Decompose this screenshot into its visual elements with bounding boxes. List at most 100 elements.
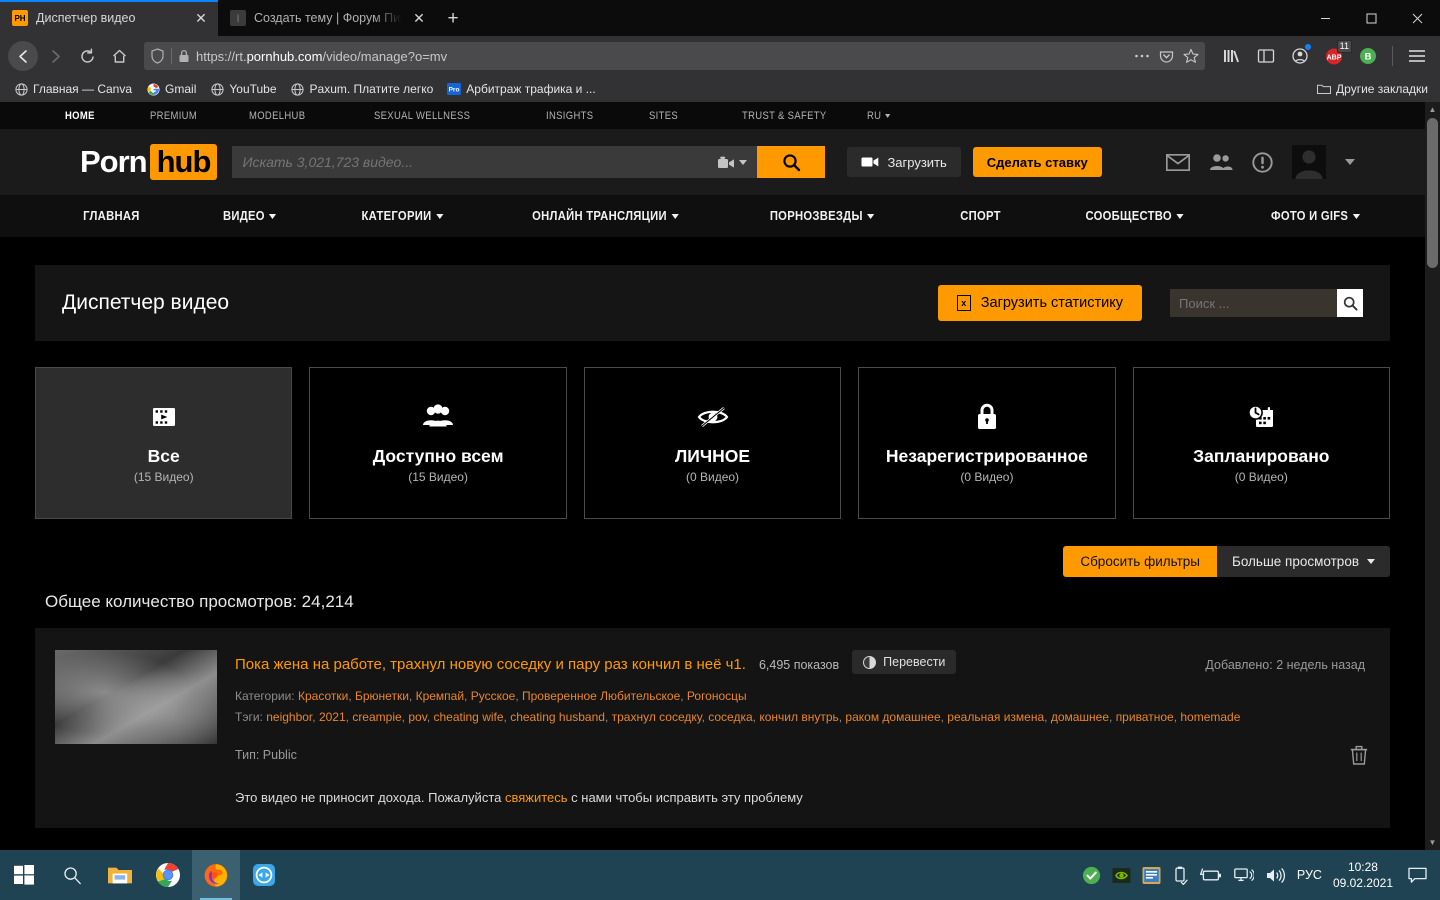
reset-filters-button[interactable]: Сбросить фильтры <box>1063 546 1217 577</box>
tag-link[interactable]: creampie <box>352 710 401 724</box>
chevron-down-icon[interactable] <box>1345 159 1355 165</box>
bookmark-star-icon[interactable] <box>1183 48 1199 64</box>
filter-card-private[interactable]: ЛИЧНОЕ (0 Видео) <box>583 367 842 519</box>
bookmark-youtube[interactable]: YouTube <box>204 80 282 98</box>
teamviewer-icon[interactable] <box>240 850 288 900</box>
bookmark-gmail[interactable]: Gmail <box>140 80 202 98</box>
mail-icon[interactable] <box>1166 153 1190 171</box>
library-icon[interactable] <box>1217 41 1247 71</box>
site-search-button[interactable] <box>757 146 826 178</box>
category-link[interactable]: Проверенное Любительское <box>522 689 680 703</box>
minimize-button[interactable] <box>1302 0 1348 36</box>
browser-tab-1[interactable]: PH Диспетчер видео ✕ <box>0 0 218 36</box>
pocket-icon[interactable] <box>1159 49 1174 64</box>
page-scrollbar[interactable]: ▲ ▼ <box>1425 102 1440 850</box>
back-button[interactable] <box>8 41 38 71</box>
download-stats-button[interactable]: x Загрузить статистику <box>937 285 1142 321</box>
clock[interactable]: 10:28 09.02.2021 <box>1333 859 1393 891</box>
bookmark-paxum[interactable]: Paxum. Платите легко <box>285 80 440 98</box>
tag-link[interactable]: neighbor <box>266 710 312 724</box>
category-link[interactable]: Рогоносцы <box>687 689 747 703</box>
tag-link[interactable]: приватное <box>1116 710 1174 724</box>
scroll-up-arrow[interactable]: ▲ <box>1425 102 1440 117</box>
category-link[interactable]: Брюнетки <box>355 689 409 703</box>
bookmark-canva[interactable]: Главная — Canva <box>8 80 138 98</box>
windows-icon[interactable] <box>0 850 48 900</box>
close-button[interactable] <box>1394 0 1440 36</box>
manager-search-input[interactable] <box>1170 289 1337 317</box>
tag-link[interactable]: 2021 <box>319 710 346 724</box>
lock-icon[interactable] <box>178 49 190 63</box>
forward-button[interactable] <box>40 41 70 71</box>
nav-item-video[interactable]: ВИДЕО <box>223 209 277 223</box>
friends-icon[interactable] <box>1209 153 1233 171</box>
site-search-input[interactable] <box>242 154 718 170</box>
category-link[interactable]: Русское <box>471 689 516 703</box>
tag-link[interactable]: домашнее <box>1051 710 1109 724</box>
tag-link[interactable]: соседка <box>708 710 752 724</box>
new-tab-button[interactable]: + <box>436 2 470 36</box>
nav-item-live[interactable]: ОНЛАЙН ТРАНСЛЯЦИИ <box>533 209 679 223</box>
language-indicator[interactable]: РУС <box>1297 868 1322 882</box>
tag-link[interactable]: реальная измена <box>947 710 1044 724</box>
tag-link[interactable]: раком домашнее <box>845 710 940 724</box>
shield-check-icon[interactable] <box>1082 866 1101 885</box>
translate-button[interactable]: Перевести <box>852 650 957 674</box>
taskbar-search-icon[interactable] <box>48 850 96 900</box>
video-thumbnail[interactable] <box>55 650 217 744</box>
sidebar-icon[interactable] <box>1251 41 1281 71</box>
topbar-link-insights[interactable]: INSIGHTS <box>546 110 635 122</box>
sort-dropdown[interactable]: Больше просмотров <box>1216 546 1390 577</box>
scroll-down-arrow[interactable]: ▼ <box>1425 835 1440 850</box>
tracking-shield-icon[interactable] <box>150 48 165 64</box>
browser-tab-2[interactable]: ᛁ Создать тему | Форум Пиратск ✕ <box>218 0 436 36</box>
usb-icon[interactable] <box>1172 866 1189 885</box>
url-text[interactable]: https://rt.pornhub.com/video/manage?o=mv <box>196 49 1128 64</box>
url-bar[interactable]: https://rt.pornhub.com/video/manage?o=mv <box>144 42 1205 70</box>
topbar-link-home[interactable]: HOME <box>65 110 138 122</box>
nav-item-community[interactable]: СООБЩЕСТВО <box>1085 209 1184 223</box>
site-logo[interactable]: Porn hub <box>80 144 218 180</box>
other-bookmarks-button[interactable]: Другие закладки <box>1311 80 1432 98</box>
nvidia-icon[interactable] <box>1112 866 1131 885</box>
trash-icon[interactable] <box>1350 745 1368 765</box>
search-filter-camera-icon[interactable] <box>717 155 748 170</box>
topbar-link-sites[interactable]: SITES <box>649 110 729 122</box>
topbar-link-trust-safety[interactable]: TRUST & SAFETY <box>742 110 850 122</box>
filter-card-public[interactable]: Доступно всем (15 Видео) <box>309 367 567 519</box>
bid-button[interactable]: Сделать ставку <box>972 147 1102 177</box>
tag-link[interactable]: pov <box>408 710 426 724</box>
account-icon[interactable] <box>1285 41 1315 71</box>
topbar-link-modelhub[interactable]: MODELHUB <box>249 110 357 122</box>
manager-search-button[interactable] <box>1337 289 1363 317</box>
volume-icon[interactable] <box>1265 867 1286 884</box>
file-explorer-icon[interactable] <box>96 850 144 900</box>
alert-icon[interactable] <box>1252 151 1273 173</box>
notification-icon[interactable] <box>1404 867 1430 884</box>
network-icon[interactable] <box>1234 867 1254 884</box>
tag-link[interactable]: cheating wife <box>433 710 503 724</box>
topbar-language-selector[interactable]: RU <box>867 110 890 122</box>
bookmark-arbitrage[interactable]: Pro Арбитраж трафика и ... <box>441 80 601 98</box>
firefox-icon[interactable] <box>192 850 240 900</box>
tag-link[interactable]: cheating husband <box>510 710 605 724</box>
nav-item-sport[interactable]: СПОРТ <box>960 209 1001 223</box>
topbar-link-premium[interactable]: PREMIUM <box>150 110 235 122</box>
adblock-icon[interactable]: ABP 11 <box>1319 40 1352 71</box>
filter-card-scheduled[interactable]: Запланировано (0 Видео) <box>1132 367 1391 519</box>
close-icon[interactable]: ✕ <box>410 9 428 27</box>
tag-link[interactable]: кончил внутрь <box>759 710 838 724</box>
tag-link[interactable]: трахнул соседку <box>612 710 702 724</box>
close-icon[interactable]: ✕ <box>192 9 210 27</box>
video-title-link[interactable]: Пока жена на работе, трахнул новую сосед… <box>235 656 746 673</box>
contact-link[interactable]: свяжитесь <box>505 790 568 805</box>
nav-item-glavnaya[interactable]: ГЛАВНАЯ <box>83 209 139 223</box>
upload-button[interactable]: Загрузить <box>847 147 961 177</box>
nav-item-categories[interactable]: КАТЕГОРИИ <box>361 209 443 223</box>
topbar-link-sexual-wellness[interactable]: SEXUAL WELLNESS <box>374 110 522 122</box>
tag-link[interactable]: homemade <box>1180 710 1240 724</box>
avatar[interactable] <box>1292 145 1326 179</box>
filter-card-all[interactable]: Все (15 Видео) <box>35 367 293 519</box>
battery-icon[interactable] <box>1199 867 1223 883</box>
maximize-button[interactable] <box>1348 0 1394 36</box>
